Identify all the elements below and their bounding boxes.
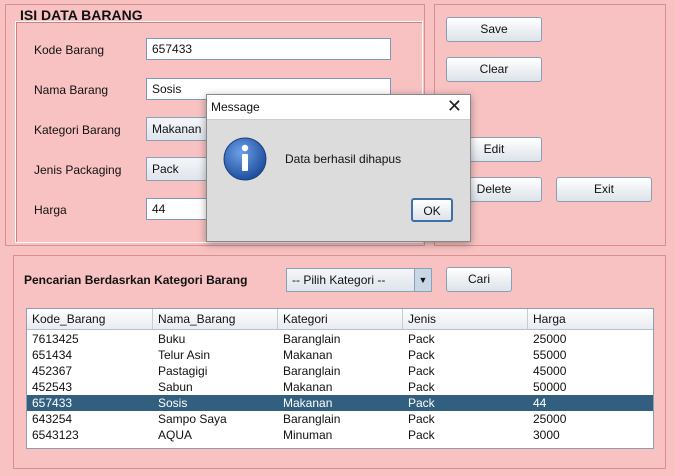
cell-kode: 452543 [32,380,73,394]
harga-label: Harga [34,203,67,217]
cell-jenis: Pack [408,364,435,378]
cell-kode: 6543123 [32,428,79,442]
chevron-down-icon: ▼ [414,269,431,291]
cell-nama: Telur Asin [158,348,211,362]
cell-nama: Sabun [158,380,193,394]
cari-button[interactable]: Cari [446,267,512,292]
dialog-body: Data berhasil dihapus OK [207,120,470,241]
kode-barang-label: Kode Barang [34,43,105,57]
cell-kode: 7613425 [32,332,79,346]
cell-jenis: Pack [408,348,435,362]
search-label: Pencarian Berdasrkan Kategori Barang [24,273,248,287]
cell-kode: 651434 [32,348,73,362]
cell-harga: 44 [533,396,547,410]
data-table[interactable]: Kode_Barang Nama_Barang Kategori Jenis H… [26,308,654,449]
table-row[interactable]: 643254 Sampo Saya Baranglain Pack 25000 [27,411,653,427]
dialog-title: Message [211,100,260,114]
table-row-selected[interactable]: 657433 Sosis Makanan Pack 44 [27,395,653,411]
table-row[interactable]: 7613425 Buku Baranglain Pack 25000 [27,331,653,347]
cell-jenis: Pack [408,412,435,426]
ok-button[interactable]: OK [411,198,453,222]
cell-kategori: Baranglain [283,364,341,378]
kategori-barang-label: Kategori Barang [34,123,121,137]
cell-jenis: Pack [408,332,435,346]
table-row[interactable]: 452543 Sabun Makanan Pack 50000 [27,379,653,395]
cell-jenis: Pack [408,428,435,442]
kategori-filter-value: -- Pilih Kategori -- [292,273,386,287]
cell-harga: 50000 [533,380,567,394]
cell-kode: 657433 [32,396,73,410]
table-row[interactable]: 6543123 AQUA Minuman Pack 3000 [27,427,653,443]
dialog-message: Data berhasil dihapus [285,152,402,166]
cell-nama: Buku [158,332,186,346]
column-header-kategori[interactable]: Kategori [278,309,403,329]
cell-kode: 452367 [32,364,73,378]
table-header: Kode_Barang Nama_Barang Kategori Jenis H… [27,309,653,330]
column-header-kode[interactable]: Kode_Barang [27,309,153,329]
close-icon[interactable]: ✕ [447,96,462,116]
column-header-harga[interactable]: Harga [528,309,653,329]
cell-nama: AQUA [158,428,193,442]
cell-kategori: Minuman [283,428,333,442]
cell-kategori: Makanan [283,380,333,394]
clear-button[interactable]: Clear [446,57,542,82]
cell-kategori: Makanan [283,396,333,410]
cell-jenis: Pack [408,396,435,410]
exit-button[interactable]: Exit [556,177,652,202]
info-icon [223,137,267,181]
dialog-title-bar[interactable]: Message ✕ [207,95,470,120]
cell-harga: 3000 [533,428,560,442]
kode-barang-field[interactable]: 657433 [146,38,391,60]
cell-harga: 25000 [533,412,567,426]
cell-harga: 25000 [533,332,567,346]
table-row[interactable]: 651434 Telur Asin Makanan Pack 55000 [27,347,653,363]
column-header-jenis[interactable]: Jenis [403,309,528,329]
cell-nama: Sampo Saya [158,412,227,426]
cell-kategori: Baranglain [283,332,341,346]
jenis-packaging-label: Jenis Packaging [34,163,122,177]
table-row[interactable]: 452367 Pastagigi Baranglain Pack 45000 [27,363,653,379]
cell-nama: Pastagigi [158,364,208,378]
cell-nama: Sosis [158,396,188,410]
kategori-filter-select[interactable]: -- Pilih Kategori -- ▼ [286,268,432,292]
column-header-nama[interactable]: Nama_Barang [153,309,278,329]
form-title: ISI DATA BARANG [20,7,143,23]
cell-kode: 643254 [32,412,73,426]
cell-kategori: Makanan [283,348,333,362]
save-button[interactable]: Save [446,17,542,42]
cell-kategori: Baranglain [283,412,341,426]
message-dialog: Message ✕ Data berhasil dihapus OK [206,94,471,242]
nama-barang-label: Nama Barang [34,83,109,97]
cell-harga: 55000 [533,348,567,362]
cell-harga: 45000 [533,364,567,378]
cell-jenis: Pack [408,380,435,394]
